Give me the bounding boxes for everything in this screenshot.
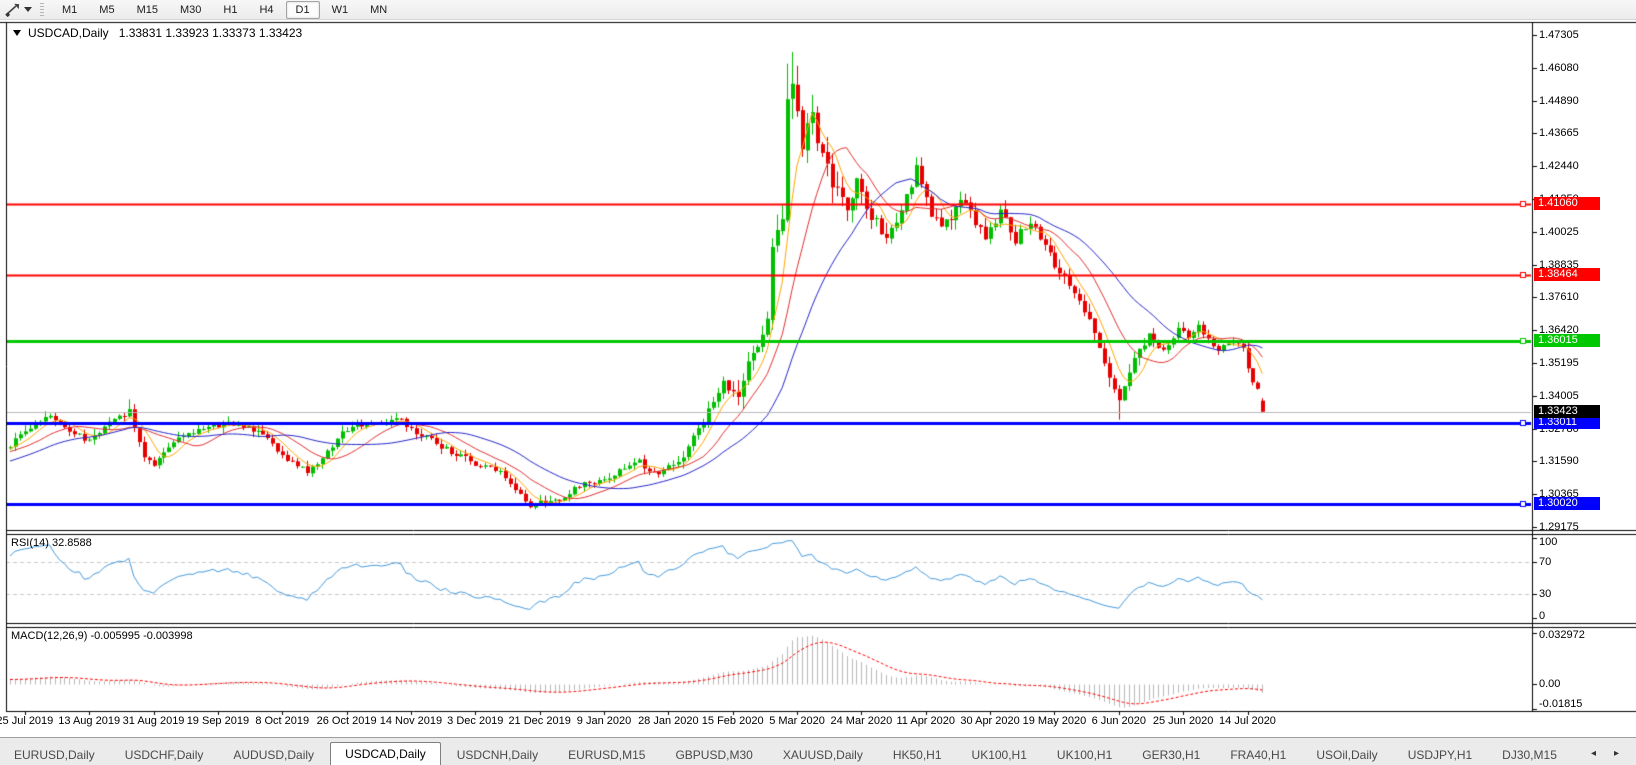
price-tick-label: 1.29175 <box>1539 521 1579 533</box>
rsi-level-label: 0 <box>1539 610 1545 622</box>
chart-tab-uk100-h1[interactable]: UK100,H1 <box>958 745 1041 765</box>
dropdown-caret-icon[interactable] <box>24 7 32 12</box>
tabs-scroll-right-icon[interactable]: ▸ <box>1605 748 1628 759</box>
date-label: 14 Jul 2020 <box>1206 715 1290 727</box>
timeframe-button-h1[interactable]: H1 <box>213 1 247 19</box>
chart-tab-uk100-h1[interactable]: UK100,H1 <box>1043 745 1126 765</box>
chart-tab-audusd-daily[interactable]: AUDUSD,Daily <box>219 745 328 765</box>
price-line-label: 1.38464 <box>1534 268 1600 281</box>
macd-axis-label: 0.00 <box>1539 678 1560 690</box>
collapse-caret-icon[interactable] <box>13 30 21 36</box>
chart-tab-dj30-m15[interactable]: DJ30,M15 <box>1488 745 1571 765</box>
timeframe-button-h4[interactable]: H4 <box>249 1 283 19</box>
rsi-level-label: 30 <box>1539 588 1551 600</box>
chart-tab-hk50-h1[interactable]: HK50,H1 <box>879 745 956 765</box>
chart-tab-eurusd-daily[interactable]: EURUSD,Daily <box>0 745 109 765</box>
timeframe-button-d1[interactable]: D1 <box>286 1 320 19</box>
chart-tab-usdcad-daily[interactable]: USDCAD,Daily <box>330 742 441 765</box>
price-line-label: 1.41060 <box>1534 197 1600 210</box>
price-tick-label: 1.42440 <box>1539 160 1579 172</box>
chart-tab-gbpusd-m30[interactable]: GBPUSD,M30 <box>661 745 766 765</box>
price-tick-label: 1.34005 <box>1539 390 1579 402</box>
chart-tab-usdcnh-daily[interactable]: USDCNH,Daily <box>443 745 552 765</box>
macd-indicator-label: MACD(12,26,9) -0.005995 -0.003998 <box>11 630 193 642</box>
timeframe-button-m15[interactable]: M15 <box>127 1 168 19</box>
price-tick-label: 1.47305 <box>1539 29 1579 41</box>
price-tick-label: 1.43665 <box>1539 127 1579 139</box>
chart-tab-eurusd-m15[interactable]: EURUSD,M15 <box>554 745 659 765</box>
timeframe-button-m30[interactable]: M30 <box>170 1 211 19</box>
chart-tab-usdjpy-h1[interactable]: USDJPY,H1 <box>1394 745 1486 765</box>
chart-tab-usdchf-daily[interactable]: USDCHF,Daily <box>111 745 218 765</box>
rsi-level-label: 70 <box>1539 556 1551 568</box>
timeframe-toolbar: M1M5M15M30H1H4D1W1MN <box>0 0 1636 20</box>
current-price-label: 1.33423 <box>1534 405 1600 418</box>
macd-axis-label: -0.01815 <box>1539 698 1582 710</box>
price-line-label: 1.33011 <box>1534 416 1600 429</box>
chart-ohlc-values: 1.33831 1.33923 1.33373 1.33423 <box>119 26 303 40</box>
price-line-label: 1.30020 <box>1534 497 1600 510</box>
price-tick-label: 1.40025 <box>1539 226 1579 238</box>
price-line-label: 1.36015 <box>1534 334 1600 347</box>
chart-tab-fra40-h1[interactable]: FRA40,H1 <box>1216 745 1300 765</box>
timeframe-button-m5[interactable]: M5 <box>89 1 124 19</box>
rsi-indicator-label: RSI(14) 32.8588 <box>11 537 92 549</box>
chart-title: USDCAD,Daily 1.33831 1.33923 1.33373 1.3… <box>13 26 302 40</box>
timeframe-button-w1[interactable]: W1 <box>322 1 359 19</box>
price-tick-label: 1.31590 <box>1539 455 1579 467</box>
timeframe-button-mn[interactable]: MN <box>360 1 397 19</box>
chart-tab-ger30-h1[interactable]: GER30,H1 <box>1128 745 1214 765</box>
chart-tab-bar: EURUSD,DailyUSDCHF,DailyAUDUSD,DailyUSDC… <box>0 737 1636 765</box>
macd-axis-label: 0.032972 <box>1539 629 1585 641</box>
price-tick-label: 1.44890 <box>1539 95 1579 107</box>
rsi-level-label: 100 <box>1539 536 1557 548</box>
price-tick-label: 1.35195 <box>1539 357 1579 369</box>
chart-symbol-label: USDCAD,Daily <box>28 26 109 40</box>
toolbar-drag-handle <box>40 3 44 16</box>
timeframe-button-m1[interactable]: M1 <box>52 1 87 19</box>
chart-canvas[interactable] <box>0 0 1636 737</box>
price-tick-label: 1.46080 <box>1539 62 1579 74</box>
chart-tab-china300-h4[interactable]: CHINA300,H4 <box>1573 745 1582 765</box>
tabs-scroll-left-icon[interactable]: ◂ <box>1582 748 1605 759</box>
price-tick-label: 1.37610 <box>1539 291 1579 303</box>
chart-tab-usoil-daily[interactable]: USOil,Daily <box>1302 745 1391 765</box>
chart-tab-xauusd-daily[interactable]: XAUUSD,Daily <box>769 745 877 765</box>
line-studies-icon[interactable] <box>3 2 23 17</box>
